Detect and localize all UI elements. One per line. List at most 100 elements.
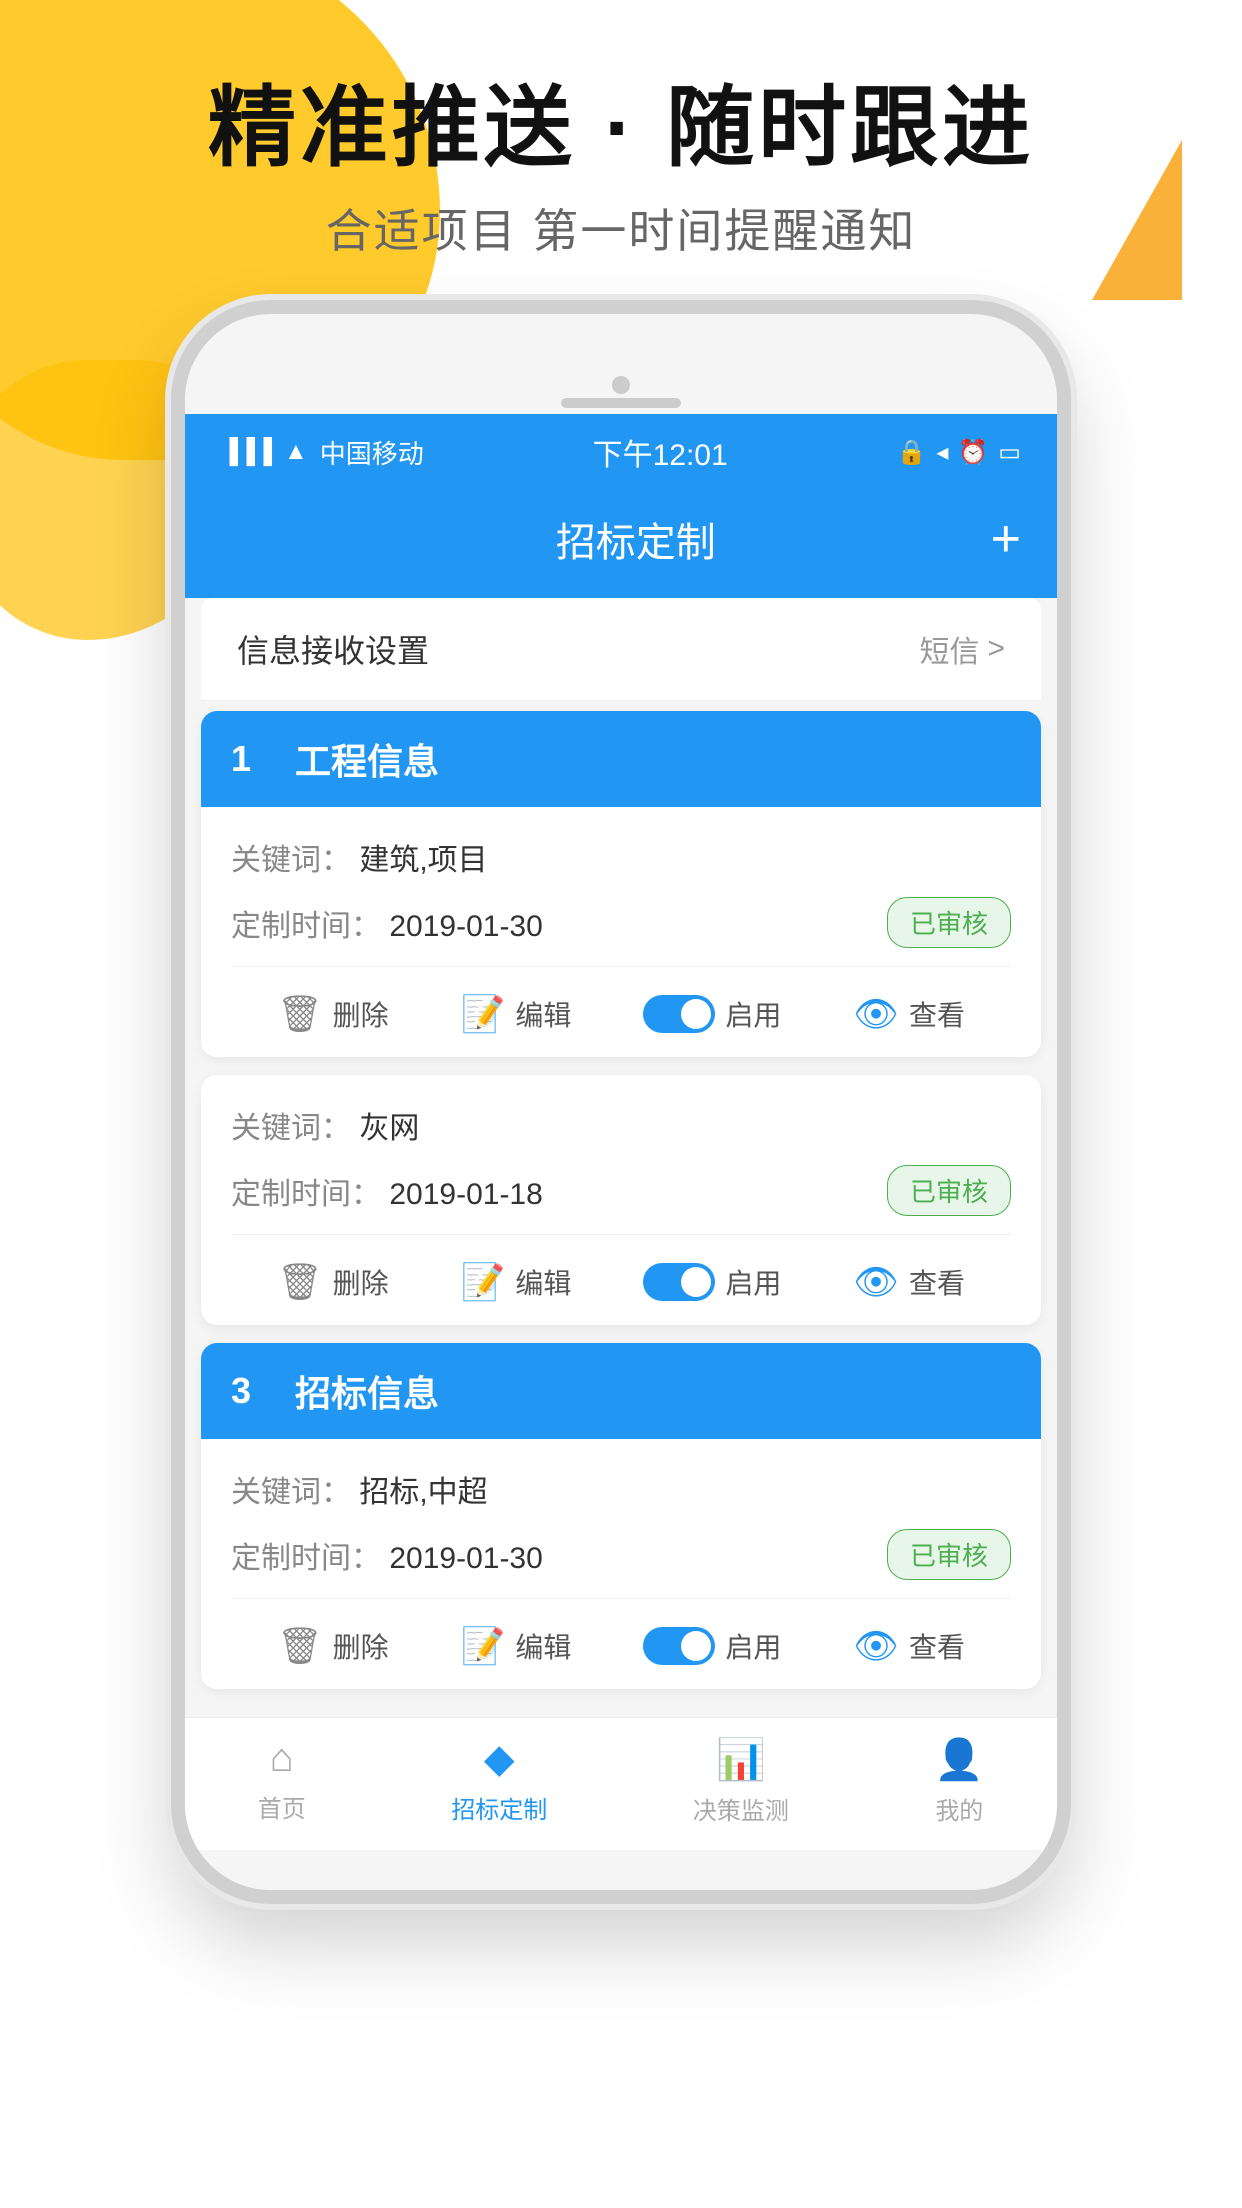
edit-icon: 📝 bbox=[461, 993, 506, 1035]
card-1-header: 1 工程信息 bbox=[201, 711, 1041, 807]
enable-button-2[interactable]: 启用 bbox=[643, 1262, 781, 1302]
cards-area: 1 工程信息 关键词： 建筑,项目 定制时间： 2019-01-30 bbox=[185, 701, 1057, 1717]
toggle-2[interactable] bbox=[643, 1263, 715, 1301]
nav-label-profile: 我的 bbox=[935, 1791, 983, 1826]
location-icon: ◂ bbox=[936, 438, 948, 467]
alarm-icon: ⏰ bbox=[958, 438, 988, 467]
view-button-2[interactable]: 👁 查看 bbox=[853, 1261, 965, 1303]
eye-icon-2: 👁 bbox=[853, 1261, 899, 1303]
trash-icon-3: 🗑 bbox=[277, 1625, 323, 1667]
view-label-1: 查看 bbox=[909, 994, 965, 1034]
person-icon: 👤 bbox=[934, 1736, 984, 1783]
card-3-time-row: 定制时间： 2019-01-30 已审核 bbox=[231, 1529, 1011, 1580]
hero-title-part1: 精准推送 bbox=[208, 78, 576, 177]
app-header-title: 招标定制 bbox=[281, 510, 991, 568]
delete-button-1[interactable]: 🗑 删除 bbox=[277, 993, 389, 1035]
diamond-icon: ◆ bbox=[484, 1736, 515, 1782]
toggle-thumb-2 bbox=[681, 1267, 711, 1297]
nav-label-bidding: 招标定制 bbox=[451, 1790, 547, 1825]
card-3-body: 关键词： 招标,中超 定制时间： 2019-01-30 已审核 bbox=[201, 1439, 1041, 1689]
battery-icon: ▭ bbox=[998, 438, 1021, 467]
status-time: 下午12:01 bbox=[593, 430, 728, 474]
card-1-keyword-row: 关键词： 建筑,项目 bbox=[231, 835, 1011, 879]
card-1-badge: 已审核 bbox=[887, 897, 1011, 948]
view-button-1[interactable]: 👁 查看 bbox=[853, 993, 965, 1035]
info-setting-label: 信息接收设置 bbox=[237, 626, 429, 672]
delete-button-3[interactable]: 🗑 删除 bbox=[277, 1625, 389, 1667]
wifi-icon: ▲ bbox=[284, 438, 308, 466]
add-button[interactable]: + bbox=[991, 513, 1021, 565]
enable-label-1: 启用 bbox=[725, 994, 781, 1034]
toggle-thumb-3 bbox=[681, 1631, 711, 1661]
hero-subtitle: 合适项目 第一时间提醒通知 bbox=[0, 195, 1242, 261]
enable-button-3[interactable]: 启用 bbox=[643, 1626, 781, 1666]
eye-icon-1: 👁 bbox=[853, 993, 899, 1035]
phone-top-bar bbox=[185, 364, 1057, 414]
toggle-thumb-1 bbox=[681, 999, 711, 1029]
card-3-divider bbox=[231, 1598, 1011, 1599]
card-3: 3 招标信息 关键词： 招标,中超 定制时间： 2019-01-30 bbox=[201, 1343, 1041, 1689]
card-3-title: 招标信息 bbox=[295, 1365, 439, 1417]
chart-icon: 📊 bbox=[716, 1736, 766, 1783]
card-2: 关键词： 灰网 定制时间： 2019-01-18 已审核 bbox=[201, 1075, 1041, 1325]
status-bar: ▐▐▐ ▲ 中国移动 下午12:01 🔒 ◂ ⏰ ▭ bbox=[185, 414, 1057, 490]
edit-button-3[interactable]: 📝 编辑 bbox=[461, 1625, 572, 1667]
info-setting-value: 短信 > bbox=[919, 627, 1005, 671]
delete-button-2[interactable]: 🗑 删除 bbox=[277, 1261, 389, 1303]
trash-icon-2: 🗑 bbox=[277, 1261, 323, 1303]
card-2-divider bbox=[231, 1234, 1011, 1235]
card-1-time-row: 定制时间： 2019-01-30 已审核 bbox=[231, 897, 1011, 948]
enable-button-1[interactable]: 启用 bbox=[643, 994, 781, 1034]
carrier-label: 中国移动 bbox=[320, 434, 424, 471]
edit-button-1[interactable]: 📝 编辑 bbox=[461, 993, 572, 1035]
nav-item-home[interactable]: ⌂ 首页 bbox=[258, 1736, 306, 1826]
phone-bottom bbox=[185, 1850, 1057, 1890]
delete-label-2: 删除 bbox=[333, 1262, 389, 1302]
card-2-actions: 🗑 删除 📝 编辑 bbox=[231, 1243, 1011, 1325]
bottom-nav: ⌂ 首页 ◆ 招标定制 📊 决策监测 👤 我的 bbox=[185, 1717, 1057, 1850]
info-setting-bar[interactable]: 信息接收设置 短信 > bbox=[201, 598, 1041, 701]
enable-label-2: 启用 bbox=[725, 1262, 781, 1302]
edit-icon-2: 📝 bbox=[461, 1261, 506, 1303]
nav-label-home: 首页 bbox=[258, 1789, 306, 1824]
app-header: 招标定制 + bbox=[185, 490, 1057, 598]
nav-item-monitor[interactable]: 📊 决策监测 bbox=[693, 1736, 789, 1826]
card-3-actions: 🗑 删除 📝 编辑 bbox=[231, 1607, 1011, 1689]
view-button-3[interactable]: 👁 查看 bbox=[853, 1625, 965, 1667]
nav-item-bidding[interactable]: ◆ 招标定制 bbox=[451, 1736, 547, 1826]
view-label-2: 查看 bbox=[909, 1262, 965, 1302]
lock-icon: 🔒 bbox=[896, 438, 926, 467]
signal-icon: ▐▐▐ bbox=[221, 438, 272, 466]
card-2-body: 关键词： 灰网 定制时间： 2019-01-18 已审核 bbox=[201, 1075, 1041, 1325]
status-left: ▐▐▐ ▲ 中国移动 bbox=[221, 434, 424, 471]
card-3-header: 3 招标信息 bbox=[201, 1343, 1041, 1439]
card-2-keyword-row: 关键词： 灰网 bbox=[231, 1103, 1011, 1147]
card-1-body: 关键词： 建筑,项目 定制时间： 2019-01-30 已审核 bbox=[201, 807, 1041, 1057]
edit-label-2: 编辑 bbox=[515, 1262, 571, 1302]
card-3-number: 3 bbox=[231, 1370, 271, 1412]
nav-label-monitor: 决策监测 bbox=[693, 1791, 789, 1826]
card-2-badge: 已审核 bbox=[887, 1165, 1011, 1216]
chevron-right-icon: > bbox=[987, 632, 1005, 666]
delete-label-1: 删除 bbox=[333, 994, 389, 1034]
hero-title: 精准推送 · 随时跟进 bbox=[0, 80, 1242, 177]
card-3-keyword-row: 关键词： 招标,中超 bbox=[231, 1467, 1011, 1511]
card-3-badge: 已审核 bbox=[887, 1529, 1011, 1580]
toggle-3[interactable] bbox=[643, 1627, 715, 1665]
card-1-title: 工程信息 bbox=[295, 733, 439, 785]
phone-camera bbox=[612, 376, 630, 394]
phone-frame: ▐▐▐ ▲ 中国移动 下午12:01 🔒 ◂ ⏰ ▭ 招标定制 + 信息接收设置… bbox=[171, 300, 1071, 1904]
status-right: 🔒 ◂ ⏰ ▭ bbox=[896, 438, 1021, 467]
hero-dot: · bbox=[604, 78, 637, 177]
view-label-3: 查看 bbox=[909, 1626, 965, 1666]
hero-title-part2: 随时跟进 bbox=[666, 78, 1034, 177]
edit-icon-3: 📝 bbox=[461, 1625, 506, 1667]
nav-item-profile[interactable]: 👤 我的 bbox=[934, 1736, 984, 1826]
edit-label-1: 编辑 bbox=[515, 994, 571, 1034]
card-2-time-row: 定制时间： 2019-01-18 已审核 bbox=[231, 1165, 1011, 1216]
toggle-track-3 bbox=[643, 1627, 715, 1665]
edit-button-2[interactable]: 📝 编辑 bbox=[461, 1261, 572, 1303]
toggle-track-2 bbox=[643, 1263, 715, 1301]
hero-section: 精准推送 · 随时跟进 合适项目 第一时间提醒通知 bbox=[0, 80, 1242, 261]
toggle-1[interactable] bbox=[643, 995, 715, 1033]
